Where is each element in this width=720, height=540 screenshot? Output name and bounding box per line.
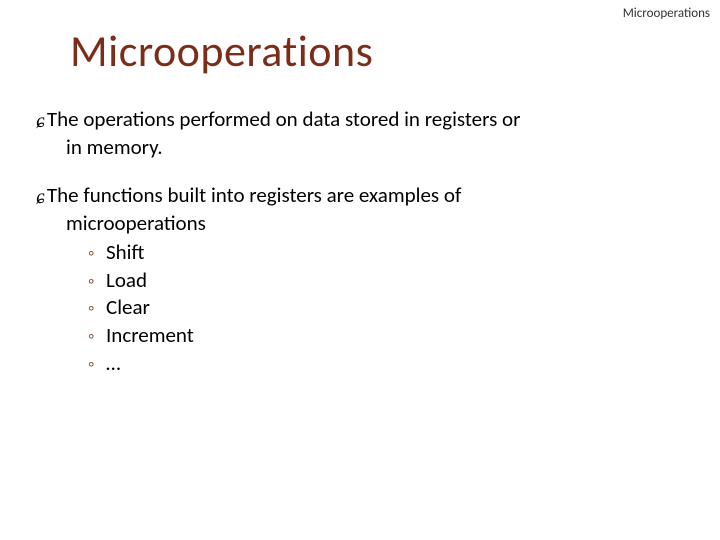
list-item: Shift: [88, 239, 690, 267]
list-item-label: Shift: [106, 239, 144, 265]
list-item: Clear: [88, 294, 690, 322]
list-item-label: Clear: [106, 294, 150, 320]
swirl-bullet-icon: ɕ: [35, 109, 47, 135]
content-area: ɕThe operations performed on data stored…: [36, 106, 690, 400]
swirl-bullet-icon: ɕ: [35, 185, 47, 211]
bullet-text-line2: in memory.: [66, 134, 690, 161]
header-label: Microoperations: [623, 6, 710, 21]
list-item: …: [88, 350, 690, 378]
list-item-label: Increment: [106, 322, 194, 348]
bullet-item: ɕThe functions built into registers are …: [36, 182, 690, 377]
list-item-label: …: [106, 350, 121, 376]
bullet-item: ɕThe operations performed on data stored…: [36, 106, 690, 160]
page-title: Microoperations: [70, 24, 373, 78]
bullet-text-line1: The functions built into registers are e…: [47, 182, 461, 208]
list-item: Increment: [88, 322, 690, 350]
sub-list: Shift Load Clear Increment …: [88, 239, 690, 378]
bullet-text-line1: The operations performed on data stored …: [47, 106, 521, 132]
list-item-label: Load: [106, 267, 147, 293]
bullet-text-line2: microoperations: [66, 210, 690, 237]
list-item: Load: [88, 267, 690, 295]
